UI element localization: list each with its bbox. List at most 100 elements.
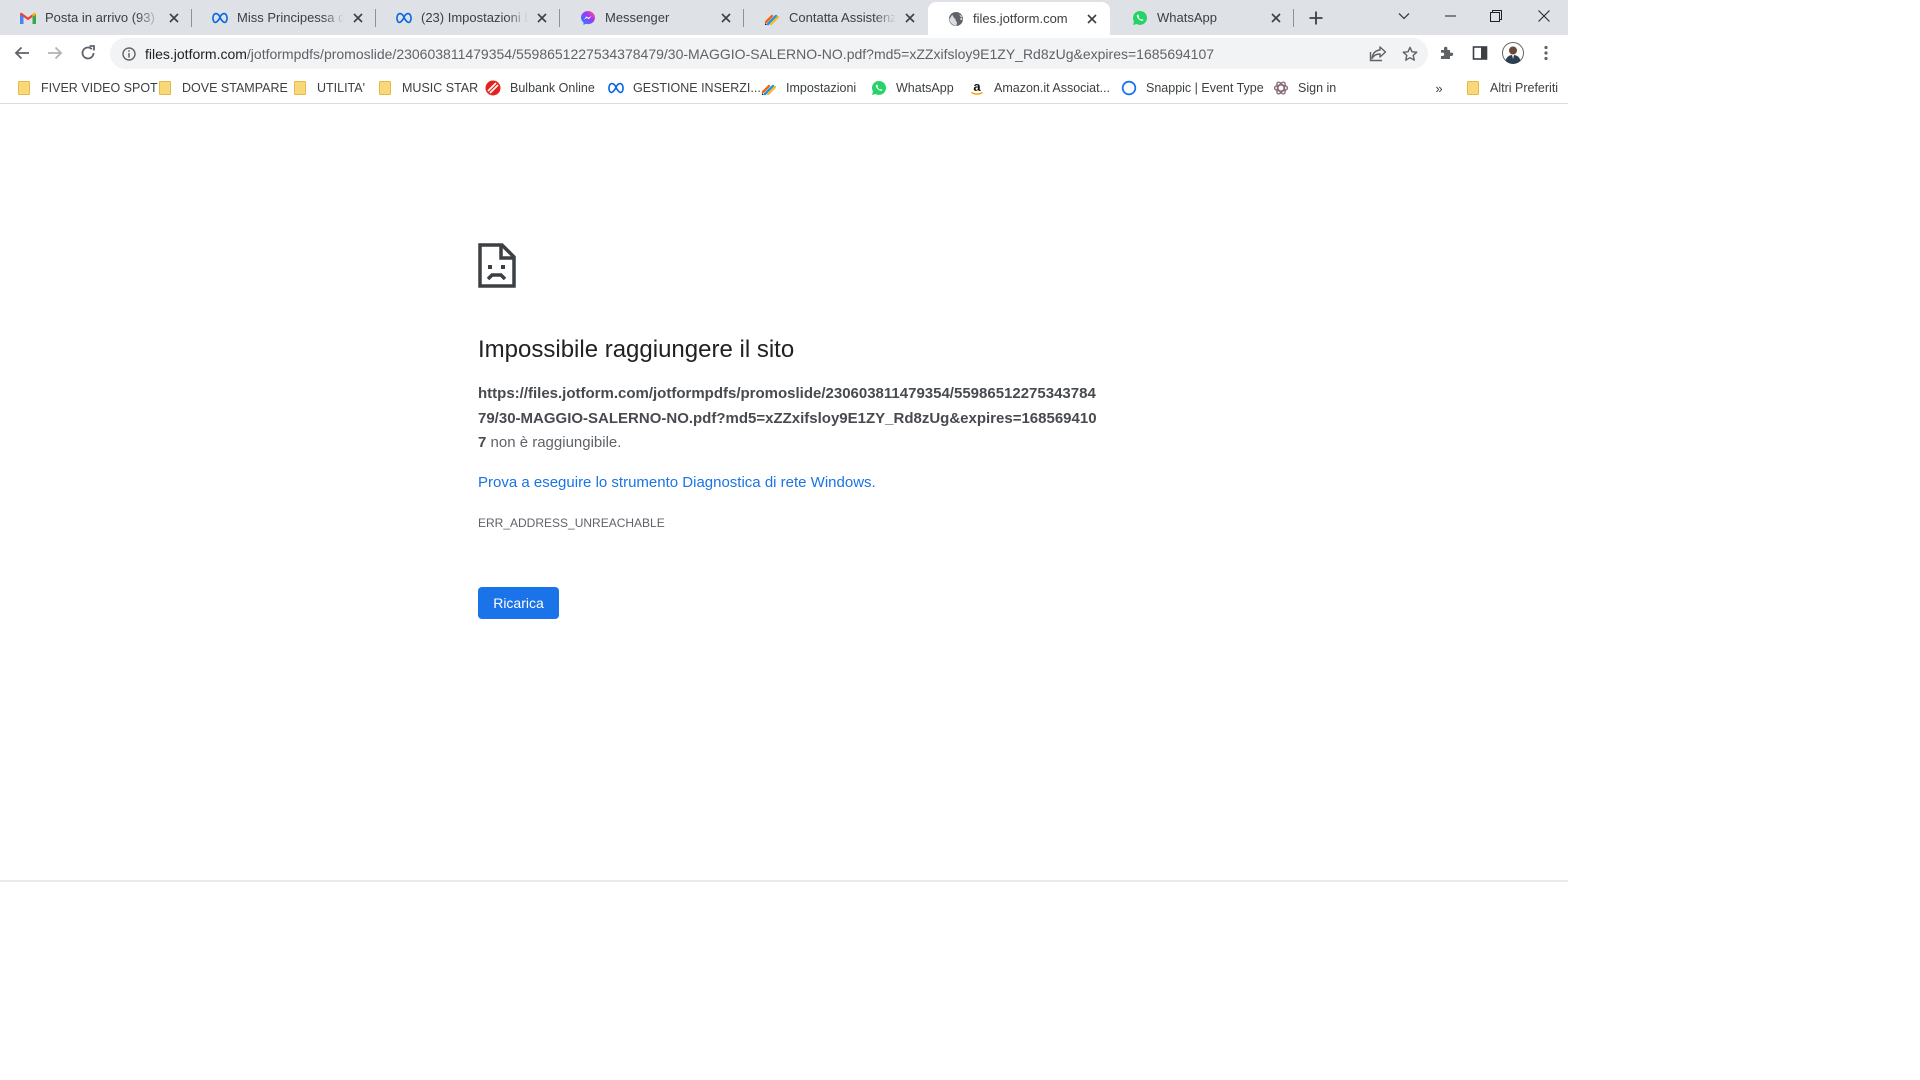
profile-avatar[interactable] [1499,39,1527,67]
folder-icon [1465,80,1481,96]
tab-title: (23) Impostazioni busi [421,10,528,25]
tab-miss-principessa[interactable]: Miss Principessa d'Eur [192,0,376,35]
back-button[interactable] [8,39,36,67]
tab-gmail[interactable]: Posta in arrivo (93) - d [0,0,192,35]
bookmark-gestione-inserzioni[interactable]: GESTIONE INSERZI... [604,77,765,99]
puzzle-icon [1441,46,1454,59]
share-icon [1369,45,1387,61]
openai-icon [1273,80,1289,96]
close-window-button[interactable] [1521,0,1567,32]
messenger-icon [580,10,596,26]
bookmark-star-button[interactable] [1396,40,1424,68]
extensions-button[interactable] [1433,39,1461,67]
folder-icon [377,80,393,96]
bookmark-dove-stampare[interactable]: DOVE STAMPARE [153,77,292,99]
url-host: files.jotform.com [145,45,247,62]
whatsapp-icon [1132,10,1148,26]
tab-title: WhatsApp [1157,10,1217,25]
share-button[interactable] [1364,40,1392,68]
folder-icon [157,80,173,96]
bookmark-impostazioni[interactable]: Impostazioni [757,77,860,99]
amazon-icon: a [969,80,985,96]
tab-title: Contatta Assistenza Jo [789,10,896,25]
tab-messenger[interactable]: Messenger [560,0,744,35]
close-icon[interactable] [166,10,182,26]
bookmark-label: FIVER VIDEO SPOT [41,81,158,95]
tab-impostazioni-business[interactable]: (23) Impostazioni busi [376,0,560,35]
more-vert-icon [1544,45,1548,61]
reload-page-button[interactable]: Ricarica [478,587,559,619]
star-icon [1402,46,1418,61]
close-icon[interactable] [534,10,550,26]
bookmark-label: WhatsApp [896,81,954,95]
address-bar[interactable]: files.jotform.com/jotformpdfs/promoslide… [110,38,1428,69]
meta-icon [396,10,412,26]
jotform-icon [764,10,780,26]
new-tab-button[interactable] [1303,5,1329,31]
whatsapp-icon [871,80,887,96]
url-text[interactable]: files.jotform.com/jotformpdfs/promoslide… [145,46,1364,62]
other-bookmarks-folder[interactable]: Altri Preferiti [1461,77,1562,99]
bookmarks-bar: FIVER VIDEO SPOT DOVE STAMPARE UTILITA' … [0,72,1568,104]
avatar-icon [1502,42,1524,64]
bookmark-whatsapp[interactable]: WhatsApp [867,77,958,99]
error-description: https://files.jotform.com/jotformpdfs/pr… [478,382,1098,456]
bookmark-label: UTILITA' [317,81,365,95]
tab-search-button[interactable] [1381,0,1427,32]
restore-button[interactable] [1473,0,1519,32]
close-icon[interactable] [718,10,734,26]
bookmark-sign-in[interactable]: Sign in [1269,77,1340,99]
tab-whatsapp[interactable]: WhatsApp [1112,0,1294,35]
sad-page-icon [478,243,516,288]
bookmark-label: Amazon.it Associat... [994,81,1111,95]
tab-contatta-assistenza[interactable]: Contatta Assistenza Jo [744,0,928,35]
tab-files-jotform[interactable]: files.jotform.com [928,2,1110,35]
bookmark-label: Snappic | Event Type [1146,81,1264,95]
bookmark-fiver-video-spot[interactable]: FIVER VIDEO SPOT [12,77,162,99]
bookmark-utilita[interactable]: UTILITA' [288,77,369,99]
bulbank-icon [485,80,501,96]
browser-toolbar: files.jotform.com/jotformpdfs/promoslide… [0,35,1568,72]
bottom-divider [0,880,1568,882]
bookmark-label: Bulbank Online [510,81,595,95]
close-icon[interactable] [350,10,366,26]
close-icon[interactable] [1084,11,1100,27]
restore-icon [1490,10,1502,22]
gmail-icon [20,10,36,26]
svg-text:a: a [973,80,981,94]
error-title: Impossibile raggiungere il sito [478,336,795,363]
tab-title: Messenger [605,10,670,25]
reload-button[interactable] [74,39,102,67]
bookmark-label: Sign in [1298,81,1337,95]
bookmark-label: DOVE STAMPARE [182,81,288,95]
minimize-button[interactable] [1427,0,1473,32]
arrow-right-icon [48,46,63,60]
bookmarks-overflow-button[interactable]: » [1431,77,1447,99]
bookmark-bulbank-online[interactable]: Bulbank Online [481,77,599,99]
close-icon[interactable] [1268,10,1284,26]
folder-icon [292,80,308,96]
bookmark-label: GESTIONE INSERZI... [633,81,761,95]
chevron-down-icon [1398,13,1410,20]
arrow-left-icon [14,46,29,60]
jotform-icon [761,80,777,96]
meta-icon [212,10,228,26]
close-icon [1538,10,1550,22]
forward-button[interactable] [41,39,69,67]
error-suffix: non è raggiungibile. [486,434,622,451]
side-panel-icon [1472,46,1488,60]
error-code: ERR_ADDRESS_UNREACHABLE [478,516,665,530]
bookmark-amazon-associates[interactable]: a Amazon.it Associat... [965,77,1114,99]
bookmark-snappic[interactable]: Snappic | Event Type [1117,77,1268,99]
bookmark-music-star[interactable]: MUSIC STAR [373,77,482,99]
info-icon[interactable] [121,46,137,62]
tab-title: Posta in arrivo (93) - d [45,10,160,25]
menu-button[interactable] [1532,39,1560,67]
side-panel-button[interactable] [1466,39,1494,67]
bookmark-label: Altri Preferiti [1490,81,1559,95]
close-icon[interactable] [902,10,918,26]
folder-icon [16,80,32,96]
network-diagnostics-link[interactable]: Prova a eseguire lo strumento Diagnostic… [478,472,876,494]
tab-title: Miss Principessa d'Eur [237,10,344,25]
url-path: /jotformpdfs/promoslide/230603811479354/… [246,45,1215,62]
